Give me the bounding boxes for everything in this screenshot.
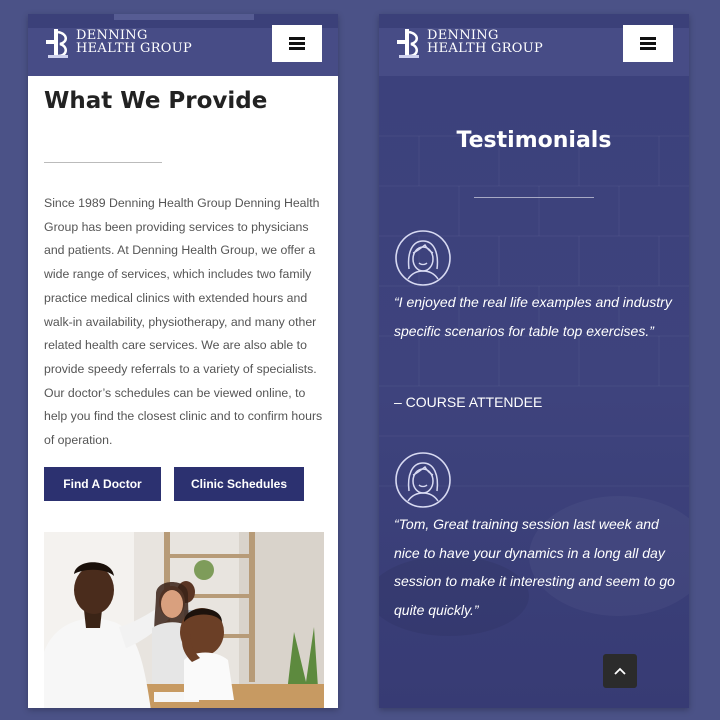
title-divider	[44, 162, 162, 163]
woman-avatar-icon	[395, 230, 451, 286]
site-header: Denning Health Group	[379, 14, 689, 76]
phone-screen-testimonials: Denning Health Group Testimonials	[379, 14, 689, 708]
header-accent	[114, 14, 254, 20]
about-section: What We Provide Since 1989 Denning Healt…	[28, 76, 338, 708]
testimonials-title: Testimonials	[456, 128, 612, 153]
clinic-schedules-button[interactable]: Clinic Schedules	[174, 467, 304, 501]
doctor-high-five-photo	[44, 532, 324, 708]
about-paragraph: Since 1989 Denning Health Group Denning …	[44, 196, 323, 448]
hamburger-icon	[289, 37, 305, 50]
logo-text[interactable]: Denning Health Group	[427, 29, 543, 55]
find-doctor-button[interactable]: Find A Doctor	[44, 467, 161, 501]
testimonial-quote: “I enjoyed the real life examples and in…	[394, 294, 672, 339]
menu-button[interactable]	[272, 25, 322, 62]
phone-screen-about: Denning Health Group What We Provide Sin…	[28, 14, 338, 708]
scroll-to-top-button[interactable]	[603, 654, 637, 688]
hamburger-icon	[640, 37, 656, 50]
chevron-up-icon	[614, 667, 626, 675]
testimonial-author: – COURSE ATTENDEE	[394, 394, 543, 410]
testimonial-quote: “Tom, Great training session last week a…	[394, 516, 675, 618]
site-header: Denning Health Group	[28, 14, 338, 76]
logo-text[interactable]: Denning Health Group	[76, 29, 192, 55]
logo-line-2: Health Group	[427, 41, 544, 56]
woman-avatar-icon	[395, 452, 451, 508]
logo-icon[interactable]	[42, 26, 76, 60]
section-title: What We Provide	[44, 88, 268, 114]
menu-button[interactable]	[623, 25, 673, 62]
logo-icon[interactable]	[393, 26, 427, 60]
title-divider	[474, 197, 594, 198]
logo-line-2: Health Group	[76, 41, 193, 56]
